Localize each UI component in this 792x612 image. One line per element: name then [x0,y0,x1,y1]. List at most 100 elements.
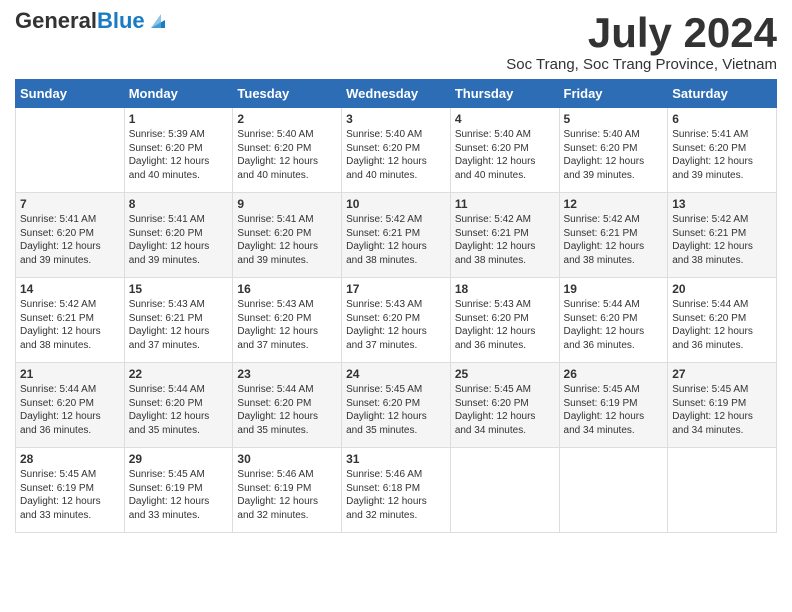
day-number: 12 [564,197,664,211]
calendar-cell: 4 Sunrise: 5:40 AM Sunset: 6:20 PM Daylig… [450,108,559,193]
calendar-cell: 18Sunrise: 5:43 AM Sunset: 6:20 PM Dayli… [450,278,559,363]
calendar-cell: 10 Sunrise: 5:42 AM Sunset: 6:21 PM Dayli… [342,193,451,278]
day-info: Sunrise: 5:43 AM Sunset: 6:20 PM Dayligh… [455,298,555,352]
calendar-cell [16,108,125,193]
day-info: Sunrise: 5:43 AM Sunset: 6:20 PM Dayligh… [237,298,337,352]
calendar-cell: 9 Sunrise: 5:41 AM Sunset: 6:20 PM Daylig… [233,193,342,278]
day-info: Sunrise: 5:41 AM Sunset: 6:20 PM Dayligh… [20,213,120,267]
day-number: 8 [129,197,229,211]
calendar-cell [559,448,668,533]
day-info: Sunrise: 5:45 AM Sunset: 6:19 PM Dayligh… [129,468,229,522]
day-number: 30 [237,452,337,466]
day-info: Sunrise: 5:40 AM Sunset: 6:20 PM Dayligh… [455,128,555,182]
day-number: 9 [237,197,337,211]
day-info: Sunrise: 5:42 AM Sunset: 6:21 PM Dayligh… [455,213,555,267]
day-info: Sunrise: 5:42 AM Sunset: 6:21 PM Dayligh… [564,213,664,267]
day-number: 24 [346,367,446,381]
day-info: Sunrise: 5:41 AM Sunset: 6:20 PM Dayligh… [129,213,229,267]
subtitle: Soc Trang, Soc Trang Province, Vietnam [506,56,777,73]
calendar-cell: 1Sunrise: 5:39 AM Sunset: 6:20 PM Daylig… [124,108,233,193]
day-info: Sunrise: 5:45 AM Sunset: 6:19 PM Dayligh… [564,383,664,437]
logo: GeneralBlue [15,10,169,32]
day-info: Sunrise: 5:44 AM Sunset: 6:20 PM Dayligh… [237,383,337,437]
day-number: 5 [564,112,664,126]
day-number: 23 [237,367,337,381]
calendar-cell: 31 Sunrise: 5:46 AM Sunset: 6:18 PM Dayli… [342,448,451,533]
day-info: Sunrise: 5:43 AM Sunset: 6:21 PM Dayligh… [129,298,229,352]
week-row-4: 21 Sunrise: 5:44 AM Sunset: 6:20 PM Dayli… [16,363,777,448]
day-info: Sunrise: 5:45 AM Sunset: 6:19 PM Dayligh… [672,383,772,437]
title-block: July 2024 Soc Trang, Soc Trang Province,… [506,10,777,73]
day-number: 31 [346,452,446,466]
week-row-2: 7 Sunrise: 5:41 AM Sunset: 6:20 PM Daylig… [16,193,777,278]
calendar-cell: 3Sunrise: 5:40 AM Sunset: 6:20 PM Daylig… [342,108,451,193]
day-info: Sunrise: 5:44 AM Sunset: 6:20 PM Dayligh… [129,383,229,437]
day-info: Sunrise: 5:45 AM Sunset: 6:20 PM Dayligh… [346,383,446,437]
calendar-cell: 6 Sunrise: 5:41 AM Sunset: 6:20 PM Daylig… [668,108,777,193]
calendar-cell: 2 Sunrise: 5:40 AM Sunset: 6:20 PM Daylig… [233,108,342,193]
day-number: 15 [129,282,229,296]
header-day-sunday: Sunday [16,80,125,108]
calendar-cell: 16Sunrise: 5:43 AM Sunset: 6:20 PM Dayli… [233,278,342,363]
day-number: 2 [237,112,337,126]
day-info: Sunrise: 5:44 AM Sunset: 6:20 PM Dayligh… [672,298,772,352]
day-info: Sunrise: 5:44 AM Sunset: 6:20 PM Dayligh… [564,298,664,352]
day-number: 22 [129,367,229,381]
calendar-cell: 7 Sunrise: 5:41 AM Sunset: 6:20 PM Daylig… [16,193,125,278]
calendar-cell: 14 Sunrise: 5:42 AM Sunset: 6:21 PM Dayli… [16,278,125,363]
day-number: 20 [672,282,772,296]
week-row-1: 1Sunrise: 5:39 AM Sunset: 6:20 PM Daylig… [16,108,777,193]
day-info: Sunrise: 5:46 AM Sunset: 6:18 PM Dayligh… [346,468,446,522]
day-number: 7 [20,197,120,211]
calendar-cell: 20 Sunrise: 5:44 AM Sunset: 6:20 PM Dayli… [668,278,777,363]
calendar-cell: 11 Sunrise: 5:42 AM Sunset: 6:21 PM Dayli… [450,193,559,278]
header-day-tuesday: Tuesday [233,80,342,108]
calendar-cell: 22 Sunrise: 5:44 AM Sunset: 6:20 PM Dayli… [124,363,233,448]
day-number: 25 [455,367,555,381]
calendar-cell: 23 Sunrise: 5:44 AM Sunset: 6:20 PM Dayli… [233,363,342,448]
header-day-thursday: Thursday [450,80,559,108]
day-number: 14 [20,282,120,296]
day-info: Sunrise: 5:45 AM Sunset: 6:20 PM Dayligh… [455,383,555,437]
day-info: Sunrise: 5:41 AM Sunset: 6:20 PM Dayligh… [672,128,772,182]
day-info: Sunrise: 5:40 AM Sunset: 6:20 PM Dayligh… [564,128,664,182]
calendar-cell: 24 Sunrise: 5:45 AM Sunset: 6:20 PM Dayli… [342,363,451,448]
header-day-wednesday: Wednesday [342,80,451,108]
month-title: July 2024 [506,10,777,56]
day-info: Sunrise: 5:40 AM Sunset: 6:20 PM Dayligh… [237,128,337,182]
calendar-body: 1Sunrise: 5:39 AM Sunset: 6:20 PM Daylig… [16,108,777,533]
day-info: Sunrise: 5:46 AM Sunset: 6:19 PM Dayligh… [237,468,337,522]
day-info: Sunrise: 5:42 AM Sunset: 6:21 PM Dayligh… [346,213,446,267]
day-number: 6 [672,112,772,126]
day-number: 26 [564,367,664,381]
day-number: 4 [455,112,555,126]
logo-icon [147,10,169,32]
day-number: 13 [672,197,772,211]
day-number: 21 [20,367,120,381]
day-number: 27 [672,367,772,381]
calendar-cell: 15 Sunrise: 5:43 AM Sunset: 6:21 PM Dayli… [124,278,233,363]
day-number: 29 [129,452,229,466]
day-info: Sunrise: 5:41 AM Sunset: 6:20 PM Dayligh… [237,213,337,267]
day-number: 3 [346,112,446,126]
calendar-cell: 12 Sunrise: 5:42 AM Sunset: 6:21 PM Dayli… [559,193,668,278]
calendar-table: SundayMondayTuesdayWednesdayThursdayFrid… [15,79,777,533]
day-info: Sunrise: 5:42 AM Sunset: 6:21 PM Dayligh… [20,298,120,352]
day-number: 11 [455,197,555,211]
page-header: GeneralBlue July 2024 Soc Trang, Soc Tra… [15,10,777,73]
header-row: SundayMondayTuesdayWednesdayThursdayFrid… [16,80,777,108]
calendar-cell [450,448,559,533]
calendar-cell: 26 Sunrise: 5:45 AM Sunset: 6:19 PM Dayli… [559,363,668,448]
calendar-cell: 27 Sunrise: 5:45 AM Sunset: 6:19 PM Dayli… [668,363,777,448]
day-number: 10 [346,197,446,211]
week-row-3: 14 Sunrise: 5:42 AM Sunset: 6:21 PM Dayli… [16,278,777,363]
day-info: Sunrise: 5:39 AM Sunset: 6:20 PM Dayligh… [129,128,229,182]
calendar-cell [668,448,777,533]
day-number: 17 [346,282,446,296]
calendar-cell: 25 Sunrise: 5:45 AM Sunset: 6:20 PM Dayli… [450,363,559,448]
calendar-header: SundayMondayTuesdayWednesdayThursdayFrid… [16,80,777,108]
calendar-cell: 30 Sunrise: 5:46 AM Sunset: 6:19 PM Dayli… [233,448,342,533]
day-number: 28 [20,452,120,466]
logo-general: GeneralBlue [15,10,145,32]
calendar-cell: 5 Sunrise: 5:40 AM Sunset: 6:20 PM Daylig… [559,108,668,193]
